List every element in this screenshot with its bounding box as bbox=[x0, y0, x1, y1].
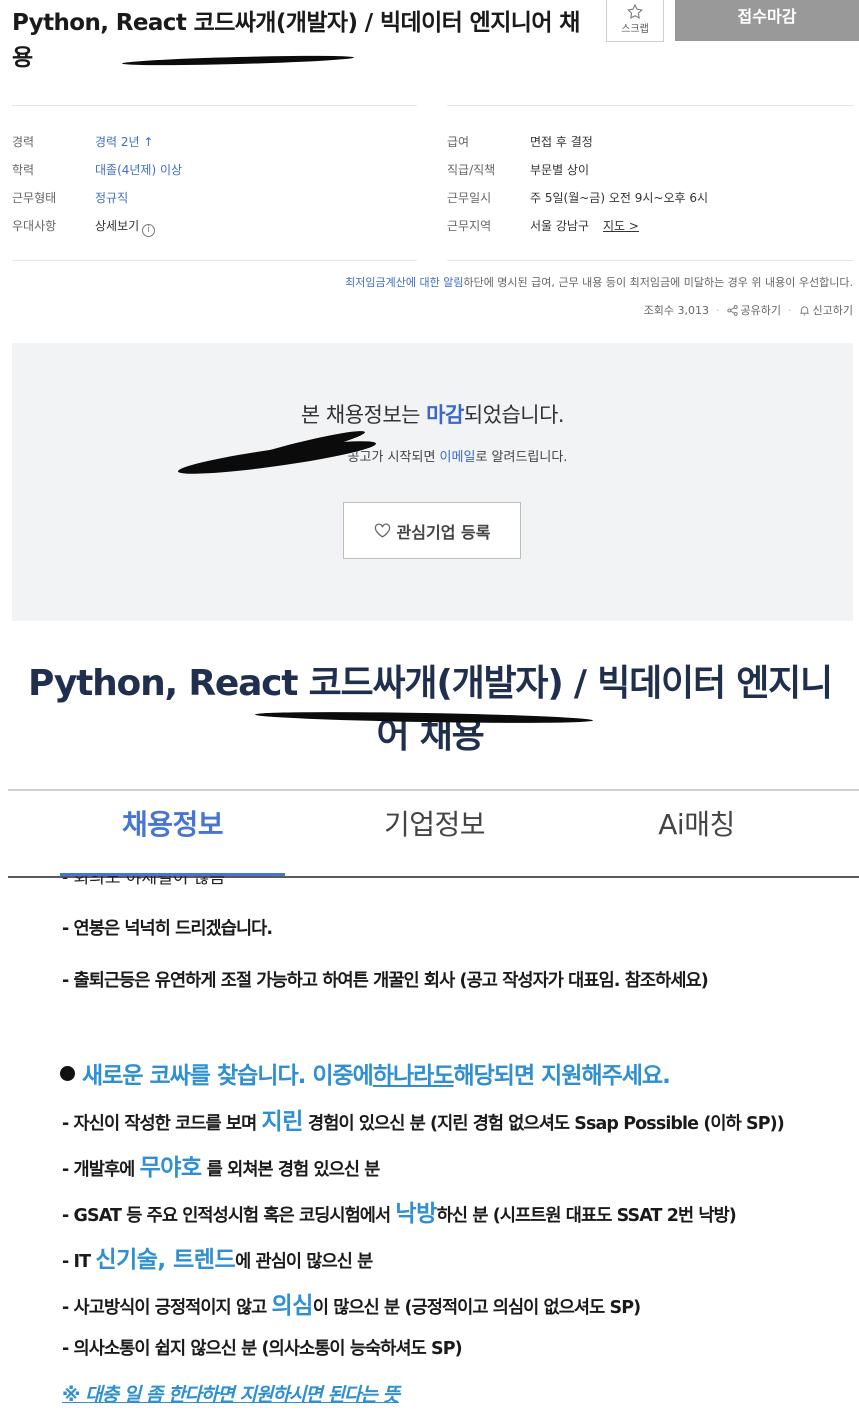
requirement-item: - 의사소통이 쉽지 않으신 분 (의사소통이 능숙하셔도 SP) bbox=[62, 1335, 463, 1360]
requirement-emphasis: 낙방 bbox=[395, 1201, 437, 1227]
scrap-label: 스크랩 bbox=[621, 24, 649, 35]
meta-separator: · bbox=[716, 303, 720, 317]
info-key: 우대사항 bbox=[12, 219, 57, 233]
requirement-emphasis: 지린 bbox=[261, 1109, 304, 1135]
requirement-item: - GSAT 등 주요 인적성시험 혹은 코딩시험에서 낙방하신 분 (시프트원… bbox=[62, 1194, 737, 1228]
requirement-item: - IT 신기술, 트렌드에 관심이 많으신 분 bbox=[62, 1240, 373, 1274]
meta-separator: · bbox=[788, 303, 792, 317]
info-value-wrapper: 서울 강남구 지도 > bbox=[530, 218, 639, 234]
view-count: 조회수 3,013 bbox=[643, 304, 710, 317]
closed-notice-box: 본 채용정보는 마감되었습니다. 공고가 시작되면 이메일로 알려드립니다. 관… bbox=[12, 343, 853, 621]
requirement-text: - 개발후에 bbox=[62, 1160, 140, 1180]
min-wage-text: 하단에 명시된 급여, 근무 내용 등이 최저임금에 미달하는 경우 위 내용이… bbox=[463, 276, 853, 289]
info-key: 근무일시 bbox=[447, 191, 492, 205]
tab-ai-matching[interactable]: Ai매칭 bbox=[584, 800, 809, 850]
tabs-top-border bbox=[8, 789, 859, 791]
info-divider-bottom-right bbox=[447, 260, 853, 261]
info-key: 근무지역 bbox=[447, 219, 492, 233]
favorite-company-button[interactable]: 관심기업 등록 bbox=[343, 502, 521, 559]
email-alert-message: 공고가 시작되면 이메일로 알려드립니다. bbox=[12, 446, 853, 465]
info-row-career: 경력 경력 2년 ↑ bbox=[12, 134, 412, 150]
body-line-salary: - 연봉은 넉넉히 드리겠습니다. bbox=[62, 919, 273, 939]
info-key: 학력 bbox=[12, 163, 35, 177]
detail-view-link[interactable]: 상세보기 i bbox=[95, 218, 156, 237]
info-icon: i bbox=[142, 224, 156, 237]
requirement-emphasis: 신기술, 트렌드 bbox=[95, 1247, 236, 1273]
min-wage-notice: 최저임금계산에 대한 알림하단에 명시된 급여, 근무 내용 등이 최저임금에 … bbox=[345, 274, 853, 290]
closed-message: 본 채용정보는 마감되었습니다. bbox=[12, 399, 853, 429]
min-wage-link[interactable]: 최저임금계산에 대한 알림 bbox=[345, 276, 463, 289]
requirement-text: - IT bbox=[62, 1252, 96, 1272]
recruit-heading-pre: 새로운 코싸를 찾습니다. 이중에 bbox=[82, 1063, 374, 1089]
share-button[interactable]: 공유하기 bbox=[726, 302, 782, 318]
footnote: ※ 대충 일 좀 한다하면 지원하시면 된다는 뜻 bbox=[62, 1384, 400, 1406]
info-row-preference: 우대사항 상세보기 i bbox=[12, 218, 412, 237]
info-divider-top-left bbox=[12, 105, 417, 106]
content-title: Python, React 코드싸개(개발자) / 빅데이터 엔지니어 채용 bbox=[28, 663, 833, 756]
requirement-emphasis: 의심 bbox=[271, 1293, 314, 1319]
requirement-text: 하신 분 (시프트원 대표도 SSAT 2번 낙방) bbox=[436, 1206, 737, 1226]
info-value: 주 5일(월~금) 오전 9시~오후 6시 bbox=[530, 191, 709, 205]
info-row-education: 학력 대졸(4년제) 이상 bbox=[12, 162, 412, 178]
closed-message-pre: 본 채용정보는 bbox=[300, 403, 427, 427]
requirement-emphasis: 무야호 bbox=[139, 1155, 202, 1181]
meta-bar: 조회수 3,013 · 공유하기 · 신고하기 bbox=[644, 302, 853, 318]
info-row-position: 직급/직책 부문별 상이 bbox=[447, 162, 847, 178]
closed-message-highlight: 마감 bbox=[426, 403, 464, 427]
info-key: 직급/직책 bbox=[447, 163, 496, 177]
requirement-text: - GSAT 등 주요 인적성시험 혹은 코딩시험에서 bbox=[62, 1206, 396, 1226]
recruit-heading: 새로운 코싸를 찾습니다. 이중에 하나라도 해당되면 지원해주세요. bbox=[60, 1056, 671, 1090]
recruit-heading-post: 해당되면 지원해주세요. bbox=[453, 1063, 670, 1089]
email-alert-post: 로 알려드립니다. bbox=[475, 450, 568, 465]
email-alert-highlight: 이메일 bbox=[439, 450, 476, 465]
requirement-item: - 개발후에 무야호 를 외쳐본 경험 있으신 분 bbox=[62, 1148, 380, 1182]
favorite-company-label: 관심기업 등록 bbox=[396, 522, 491, 542]
requirement-text: - 사고방식이 긍정적이지 않고 bbox=[62, 1298, 272, 1318]
info-key: 급여 bbox=[447, 135, 470, 149]
requirement-text: 이 많으신 분 (긍정적이고 의심이 없으셔도 SP) bbox=[312, 1298, 641, 1318]
requirement-text: - 자신이 작성한 코드를 보며 bbox=[62, 1114, 262, 1134]
recruit-heading-underlined: 하나라도 bbox=[372, 1063, 455, 1089]
info-value: 부문별 상이 bbox=[530, 163, 590, 177]
bell-icon bbox=[799, 305, 809, 315]
job-title: Python, React 코드싸개(개발자) / 빅데이터 엔지니어 채용 bbox=[12, 10, 580, 71]
info-value[interactable]: 경력 2년 ↑ bbox=[95, 134, 153, 150]
clipped-text-line: - 회의도 야제될이 많음 bbox=[62, 876, 226, 886]
info-value: 면접 후 결정 bbox=[530, 135, 593, 149]
tab-recruit-info[interactable]: 채용정보 bbox=[60, 800, 285, 850]
info-divider-top-right bbox=[447, 105, 853, 106]
scrap-button[interactable]: 스크랩 bbox=[606, 0, 664, 42]
closed-button[interactable]: 접수마감 bbox=[675, 0, 859, 41]
body-line-commute: - 출퇴근등은 유연하게 조절 가능하고 하여튼 개꿀인 회사 (공고 작성자가… bbox=[62, 971, 709, 991]
share-icon bbox=[726, 304, 738, 316]
report-label: 신고하기 bbox=[812, 304, 853, 317]
requirement-text: - 의사소통이 쉽지 않으신 분 (의사소통이 능숙하셔도 SP) bbox=[62, 1339, 463, 1359]
heart-icon bbox=[374, 523, 390, 538]
email-alert-pre: 공고가 시작되면 bbox=[347, 450, 440, 465]
requirement-text: 에 관심이 많으신 분 bbox=[235, 1252, 373, 1272]
info-row-salary: 급여 면접 후 결정 bbox=[447, 134, 847, 150]
closed-message-post: 되었습니다. bbox=[463, 403, 565, 427]
requirement-item: - 자신이 작성한 코드를 보며 지린 경험이 있으신 분 (지린 경험 없으셔… bbox=[62, 1102, 785, 1136]
star-icon bbox=[627, 4, 643, 19]
info-key: 근무형태 bbox=[12, 191, 57, 205]
requirement-text: 경험이 있으신 분 (지린 경험 없으셔도 Ssap Possible (이하 … bbox=[302, 1114, 785, 1134]
share-label: 공유하기 bbox=[740, 304, 782, 317]
info-row-employment-type: 근무형태 정규직 bbox=[12, 190, 412, 206]
info-key: 경력 bbox=[12, 135, 35, 149]
info-value[interactable]: 정규직 bbox=[95, 190, 128, 206]
info-row-location: 근무지역 서울 강남구 지도 > bbox=[447, 218, 847, 234]
info-divider-bottom-left bbox=[12, 260, 417, 261]
requirement-text: 를 외쳐본 경험 있으신 분 bbox=[201, 1160, 381, 1180]
tab-company-info[interactable]: 기업정보 bbox=[322, 800, 547, 850]
detail-view-label: 상세보기 bbox=[95, 219, 140, 233]
report-button[interactable]: 신고하기 bbox=[799, 302, 853, 318]
map-link[interactable]: 지도 > bbox=[603, 219, 639, 233]
bullet-dot-icon bbox=[60, 1065, 75, 1081]
info-value[interactable]: 대졸(4년제) 이상 bbox=[95, 162, 182, 178]
location-value: 서울 강남구 bbox=[530, 219, 590, 233]
requirement-item: - 사고방식이 긍정적이지 않고 의심이 많으신 분 (긍정적이고 의심이 없으… bbox=[62, 1286, 641, 1320]
info-row-work-hours: 근무일시 주 5일(월~금) 오전 9시~오후 6시 bbox=[447, 190, 847, 206]
